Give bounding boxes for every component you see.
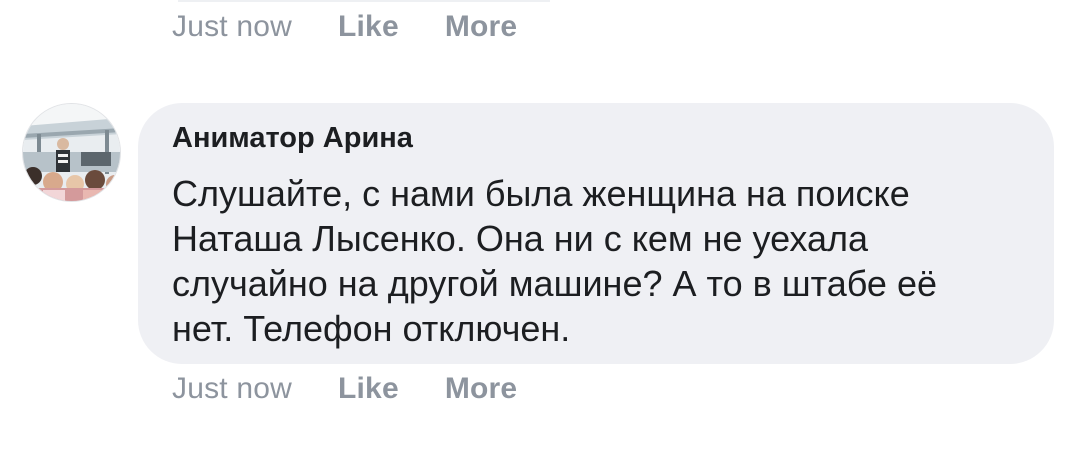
more-button[interactable]: More	[445, 372, 517, 406]
comment-bubble: Аниматор Арина Слушайте, с нами была жен…	[138, 103, 1054, 364]
previous-comment-bubble-edge	[178, 0, 550, 2]
comment-actions: Just now Like More	[172, 372, 517, 406]
previous-comment-timestamp: Just now	[172, 10, 292, 43]
avatar[interactable]	[22, 103, 121, 202]
previous-comment-like-button[interactable]: Like	[338, 10, 399, 44]
previous-comment-actions: Just now Like More	[172, 10, 517, 44]
like-button[interactable]: Like	[338, 372, 399, 406]
previous-comment-more-button[interactable]: More	[445, 10, 517, 44]
user-avatar-photo-icon	[23, 104, 120, 201]
comment-author[interactable]: Аниматор Арина	[172, 120, 1020, 156]
comment-timestamp: Just now	[172, 372, 292, 405]
comment-text: Слушайте, с нами была женщина на поиске …	[172, 173, 937, 349]
comments-thread: Just now Like More Аниматор Арина Слушай…	[0, 0, 1080, 453]
